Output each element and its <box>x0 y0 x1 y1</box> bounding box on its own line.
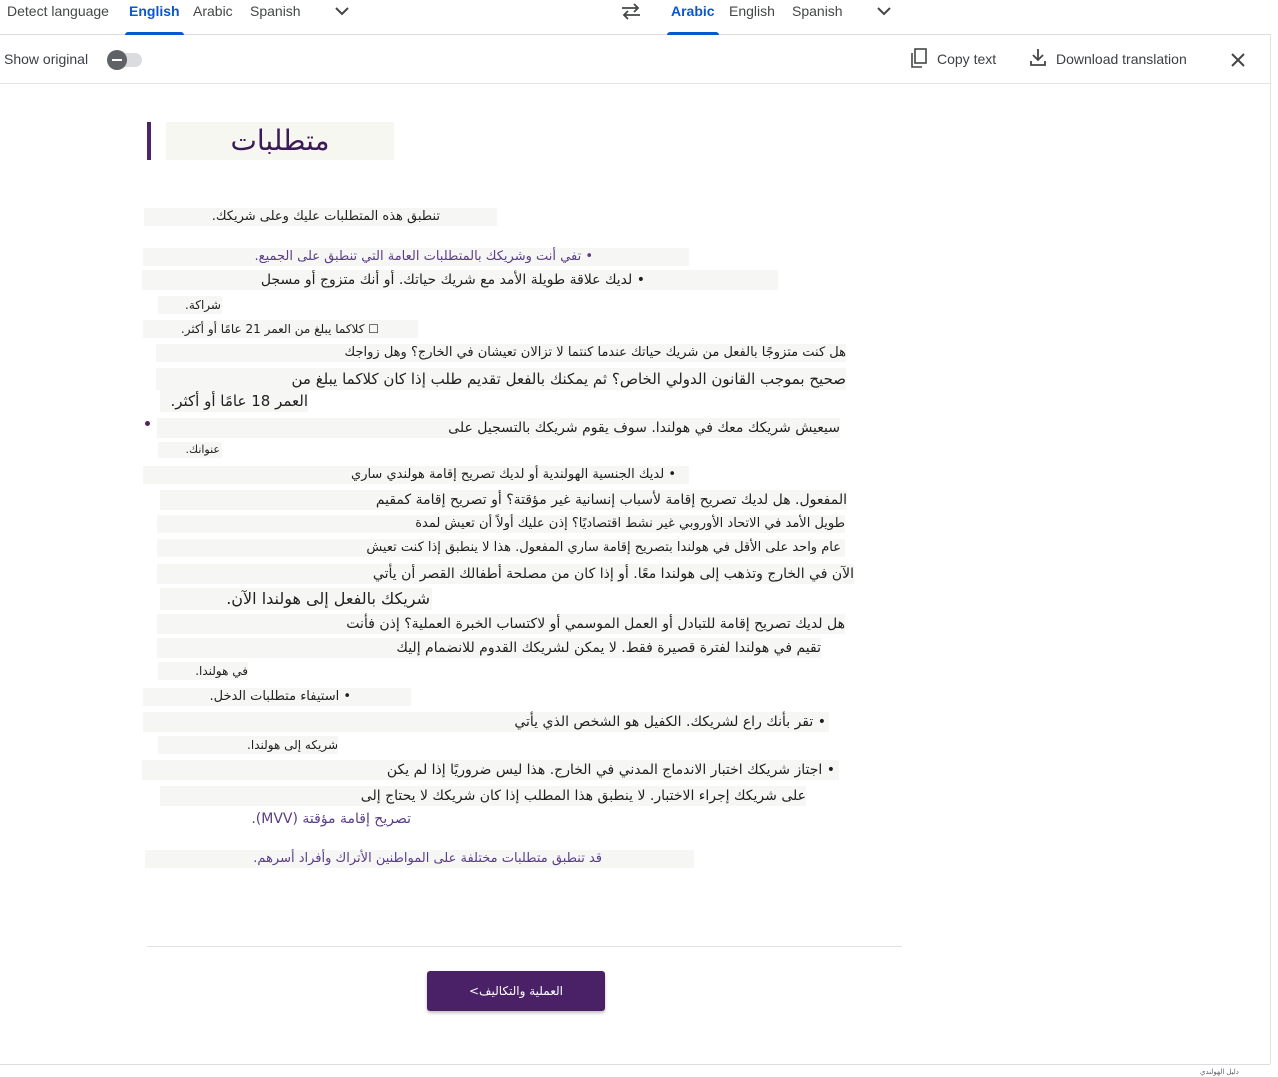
swap-languages-icon[interactable] <box>620 2 642 20</box>
copy-text-label: Copy text <box>937 51 997 67</box>
doc-line: • اجتاز شريكك اختبار الاندماج المدني في … <box>142 760 839 780</box>
footer-note: دليل الهولندي <box>1200 1069 1239 1076</box>
tab-source-spanish[interactable]: Spanish <box>250 0 301 34</box>
doc-line: طويل الأمد في الاتحاد الأوروبي غير نشط ا… <box>157 515 845 533</box>
doc-line: قد تنطبق متطلبات مختلفة على المواطنين ال… <box>145 850 694 868</box>
doc-line: في هولندا. <box>158 662 248 680</box>
copy-text-button[interactable]: Copy text <box>909 47 1005 71</box>
doc-line: المفعول. هل لديك تصريح إقامة لأسباب إنسا… <box>160 490 847 510</box>
tab-source-english[interactable]: English <box>125 0 184 35</box>
tab-target-english[interactable]: English <box>729 0 775 34</box>
doc-line: الآن في الخارج وتذهب إلى هولندا معًا. أو… <box>157 564 854 584</box>
doc-line: صحيح بموجب القانون الدولي الخاص؟ ثم يمكن… <box>156 368 846 390</box>
download-translation-button[interactable]: Download translation <box>1028 47 1200 71</box>
panel-right-border <box>1270 34 1271 1064</box>
doc-line: • لديك علاقة طويلة الأمد مع شريك حياتك. … <box>142 270 778 290</box>
bullet-icon <box>145 421 150 426</box>
copy-icon <box>911 48 927 68</box>
doc-line: تنطبق هذه المتطلبات عليك وعلى شريكك. <box>144 208 497 226</box>
doc-line: شراكة. <box>158 296 222 314</box>
process-and-costs-button[interactable]: العملية والتكاليف> <box>427 971 605 1011</box>
doc-line: هل لديك تصريح إقامة للتبادل أو العمل الم… <box>157 614 845 634</box>
translated-document: متطلبات تنطبق هذه المتطلبات عليك وعلى شر… <box>0 84 1270 1064</box>
doc-line: عام واحد على الأقل في هولندا بتصريح إقام… <box>157 539 845 557</box>
tab-detect-language[interactable]: Detect language <box>7 0 109 34</box>
bottom-border <box>0 1064 1270 1065</box>
tab-target-spanish[interactable]: Spanish <box>792 0 843 34</box>
language-bar: Detect language English Arabic Spanish A… <box>0 0 1270 35</box>
doc-line: • استيفاء متطلبات الدخل. <box>143 688 411 706</box>
doc-line: • تقر بأنك راع لشريكك. الكفيل هو الشخص ا… <box>143 712 829 732</box>
doc-line: عنوانك. <box>158 442 222 458</box>
document-toolbar: Show original Copy text Download transla… <box>0 35 1270 84</box>
tab-source-arabic[interactable]: Arabic <box>193 0 233 34</box>
document-title: متطلبات <box>230 124 330 157</box>
title-accent-bar <box>147 122 151 160</box>
doc-line: هل كنت متزوجًا بالفعل من شريك حياتك عندم… <box>156 344 846 362</box>
doc-line: ☐ كلاكما يبلغ من العمر 21 عامًا أو أكثر. <box>143 320 418 338</box>
doc-line: تصريح إقامة مؤقتة (MVV). <box>251 811 411 827</box>
source-language-chevron-down-icon[interactable] <box>333 4 351 18</box>
show-original-label: Show original <box>4 51 89 67</box>
doc-line: • تفي أنت وشريكك بالمتطلبات العامة التي … <box>143 248 689 266</box>
doc-line: على شريكك إجراء الاختبار. لا ينطبق هذا ا… <box>160 786 806 806</box>
doc-line: تقيم في هولندا لفترة قصيرة فقط. لا يمكن … <box>157 638 821 658</box>
tab-target-arabic[interactable]: Arabic <box>667 0 719 35</box>
doc-line: العمر 18 عامًا أو أكثر. <box>160 390 308 412</box>
target-language-chevron-down-icon[interactable] <box>875 4 893 18</box>
doc-line: شريكه إلى هولندا. <box>158 736 338 754</box>
doc-line: شريكك بالفعل إلى هولندا الآن. <box>160 588 432 610</box>
doc-line: • لديك الجنسية الهولندية أو لديك تصريح إ… <box>143 466 689 484</box>
toggle-knob <box>107 50 127 70</box>
document-divider <box>147 946 902 947</box>
download-translation-label: Download translation <box>1056 51 1187 67</box>
show-original-toggle[interactable] <box>107 50 142 70</box>
close-icon[interactable] <box>1228 50 1248 70</box>
download-icon <box>1030 49 1046 66</box>
doc-line: سيعيش شريكك معك في هولندا. سوف يقوم شريك… <box>157 418 840 438</box>
